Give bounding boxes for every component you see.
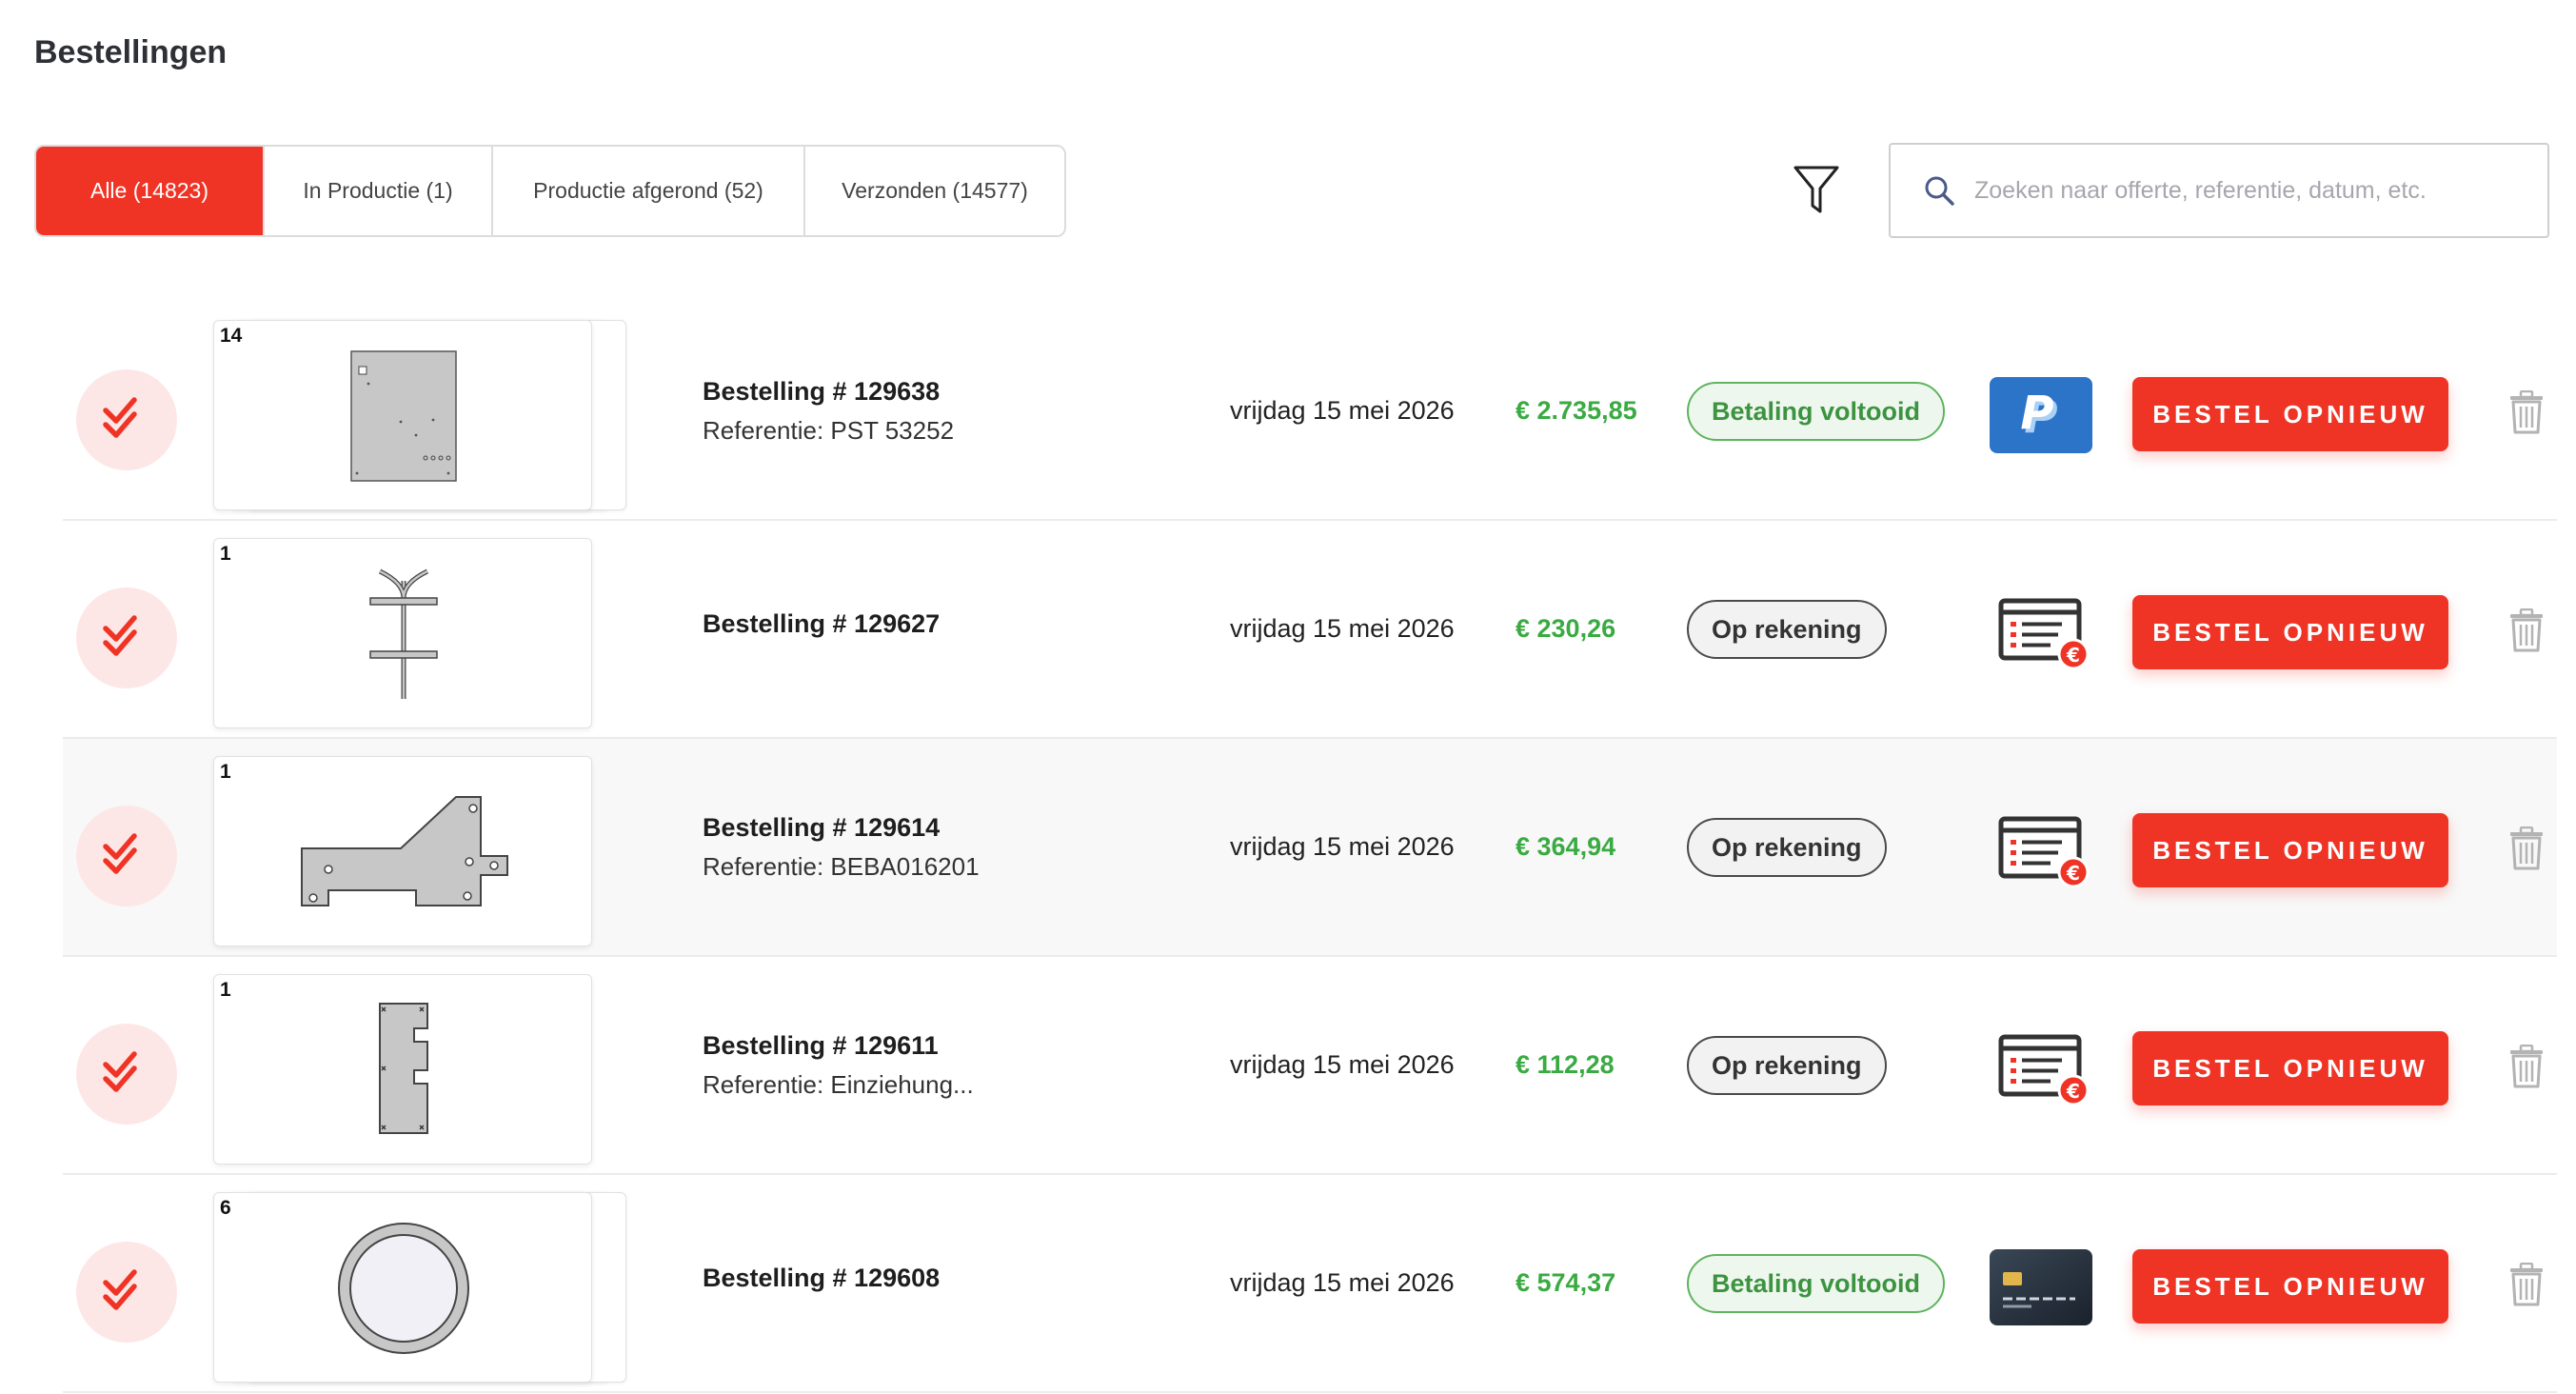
- order-row[interactable]: 1 Bestelling # 129614 Referentie: BEBA01…: [63, 739, 2557, 957]
- part-drawing: [379, 1003, 428, 1134]
- order-reference: Referentie: PST 53252: [703, 415, 955, 445]
- order-row[interactable]: 1 Bestelling # 129627 vrijdag 15 mei 202…: [63, 521, 2557, 739]
- order-info: Bestelling # 129627: [703, 521, 940, 737]
- paypal-icon: PP: [1990, 377, 2092, 453]
- order-price: € 112,28: [1516, 1050, 1615, 1079]
- order-number[interactable]: Bestelling # 129638: [703, 377, 954, 407]
- order-info: Bestelling # 129608: [703, 1175, 940, 1391]
- order-info: Bestelling # 129611 Referentie: Einziehu…: [703, 957, 974, 1173]
- status-check-badge: [76, 587, 177, 688]
- reorder-button[interactable]: BESTEL OPNIEUW: [2132, 377, 2448, 451]
- part-thumbnail[interactable]: 6: [213, 1192, 626, 1383]
- order-date: vrijdag 15 mei 2026: [1230, 1050, 1455, 1079]
- trash-icon[interactable]: [2507, 1263, 2546, 1306]
- page-title: Bestellingen: [34, 34, 228, 70]
- double-check-icon: [103, 397, 137, 438]
- order-info: Bestelling # 129638 Referentie: PST 5325…: [703, 303, 954, 519]
- payment-status-badge: Betaling voltooid: [1687, 1254, 1945, 1313]
- order-date: vrijdag 15 mei 2026: [1230, 1268, 1455, 1297]
- order-list: 14 Bestelling # 129638 Referentie: PST 5…: [63, 303, 2557, 1393]
- part-thumbnail[interactable]: 1: [213, 756, 592, 946]
- trash-icon[interactable]: [2507, 826, 2546, 870]
- part-thumbnail[interactable]: 1: [213, 974, 592, 1165]
- status-check-badge: [76, 806, 177, 906]
- reorder-button[interactable]: BESTEL OPNIEUW: [2132, 595, 2448, 669]
- tab-production-finished[interactable]: Productie afgerond (52): [493, 147, 805, 235]
- trash-icon[interactable]: [2507, 390, 2546, 434]
- svg-text:P: P: [2020, 387, 2053, 440]
- payment-status-badge: Op rekening: [1687, 818, 1887, 877]
- order-date: vrijdag 15 mei 2026: [1230, 396, 1455, 425]
- payment-status-badge: Op rekening: [1687, 1036, 1887, 1095]
- status-check-badge: [76, 1242, 177, 1343]
- svg-text:€: €: [2066, 644, 2080, 667]
- tab-in-production[interactable]: In Productie (1): [265, 147, 493, 235]
- order-number[interactable]: Bestelling # 129627: [703, 609, 940, 639]
- part-thumbnail[interactable]: 14: [213, 320, 626, 510]
- order-number[interactable]: Bestelling # 129611: [703, 1031, 974, 1061]
- search-input[interactable]: [1974, 176, 2507, 205]
- order-filter-tabs: Alle (14823) In Productie (1) Productie …: [34, 145, 1066, 237]
- order-price: € 574,37: [1516, 1268, 1616, 1297]
- order-reference: Referentie: BEBA016201: [703, 851, 980, 881]
- order-info: Bestelling # 129614 Referentie: BEBA0162…: [703, 739, 980, 955]
- reorder-button[interactable]: BESTEL OPNIEUW: [2132, 1249, 2448, 1324]
- part-drawing: [338, 1223, 469, 1354]
- reorder-button[interactable]: BESTEL OPNIEUW: [2132, 1031, 2448, 1105]
- order-date: vrijdag 15 mei 2026: [1230, 832, 1455, 861]
- order-price: € 2.735,85: [1516, 396, 1637, 425]
- invoice-icon: €: [1990, 595, 2092, 671]
- invoice-icon: €: [1990, 1031, 2092, 1107]
- status-check-badge: [76, 369, 177, 470]
- double-check-icon: [103, 615, 137, 656]
- order-number[interactable]: Bestelling # 129614: [703, 813, 980, 843]
- double-check-icon: [103, 1051, 137, 1092]
- search-box: [1889, 143, 2549, 238]
- part-thumbnail[interactable]: 1: [213, 538, 592, 728]
- order-date: vrijdag 15 mei 2026: [1230, 614, 1455, 643]
- part-drawing: [350, 350, 457, 482]
- search-icon: [1925, 176, 1954, 206]
- filter-button[interactable]: [1790, 162, 1843, 219]
- order-reference: Referentie: Einziehung...: [703, 1069, 974, 1099]
- status-check-badge: [76, 1024, 177, 1125]
- part-drawing: [301, 796, 508, 906]
- tab-all[interactable]: Alle (14823): [36, 147, 265, 235]
- trash-icon[interactable]: [2507, 608, 2546, 652]
- order-number[interactable]: Bestelling # 129608: [703, 1264, 940, 1293]
- credit-card-icon: [1990, 1249, 2092, 1325]
- part-drawing: [369, 568, 438, 699]
- tab-shipped[interactable]: Verzonden (14577): [805, 147, 1064, 235]
- order-price: € 364,94: [1516, 832, 1616, 861]
- svg-text:€: €: [2066, 1080, 2080, 1103]
- trash-icon[interactable]: [2507, 1045, 2546, 1088]
- svg-text:€: €: [2066, 862, 2080, 885]
- order-row[interactable]: 1 Bestelling # 129611 Referentie: Einzie…: [63, 957, 2557, 1175]
- payment-status-badge: Op rekening: [1687, 600, 1887, 659]
- payment-status-badge: Betaling voltooid: [1687, 382, 1945, 441]
- reorder-button[interactable]: BESTEL OPNIEUW: [2132, 813, 2448, 887]
- order-price: € 230,26: [1516, 614, 1616, 643]
- double-check-icon: [103, 833, 137, 874]
- double-check-icon: [103, 1269, 137, 1310]
- order-row[interactable]: 6 Bestelling # 129608 vrijdag 15 mei 202…: [63, 1175, 2557, 1393]
- filter-icon: [1793, 166, 1839, 213]
- order-row[interactable]: 14 Bestelling # 129638 Referentie: PST 5…: [63, 303, 2557, 521]
- invoice-icon: €: [1990, 813, 2092, 889]
